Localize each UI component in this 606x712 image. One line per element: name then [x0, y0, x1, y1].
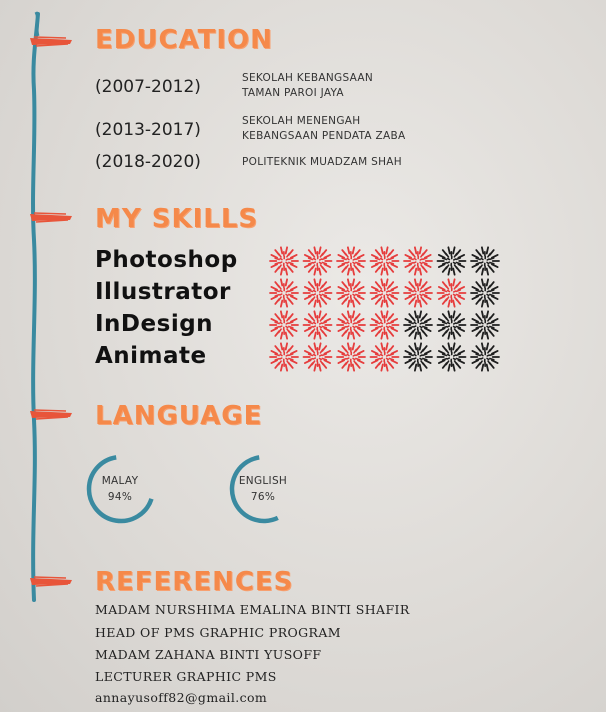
- skill-dot: [336, 246, 366, 276]
- skill-dot: [369, 246, 400, 276]
- timeline-line: [31, 12, 40, 602]
- education-year: (2007-2012): [95, 77, 201, 97]
- education-heading: EDUCATION: [95, 25, 273, 55]
- reference-line: MADAM ZAHANA BINTI YUSOFF: [95, 647, 322, 662]
- reference-line: MADAM NURSHIMA EMALINA BINTI SHAFIR: [95, 602, 410, 617]
- skill-dot: [269, 310, 299, 340]
- skill-dot: [436, 342, 467, 372]
- skill-dot: [436, 310, 467, 340]
- skill-dot: [470, 342, 500, 372]
- education-school: SEKOLAH MENENGAH KEBANGSAAN PENDATA ZABA: [242, 115, 406, 142]
- skill-dot: [369, 278, 400, 308]
- skill-name: Photoshop: [95, 247, 238, 273]
- skills-heading: MY SKILLS: [95, 204, 259, 234]
- timeline-decoration: [30, 11, 72, 602]
- skill-dot: [403, 246, 433, 276]
- education-year: (2013-2017): [95, 120, 201, 140]
- skill-dot: [403, 278, 433, 308]
- skill-dot: [302, 342, 333, 372]
- skill-dot: [269, 342, 299, 372]
- education-year: (2018-2020): [95, 152, 201, 172]
- skill-dot: [302, 278, 333, 308]
- timeline-marker-education: [30, 36, 72, 47]
- language-label: MALAY 94%: [101, 475, 139, 503]
- skill-dot: [436, 246, 467, 276]
- skill-dot: [336, 278, 366, 308]
- skill-name: Animate: [95, 343, 207, 369]
- skill-rating-grid: [269, 246, 500, 372]
- education-school: POLITEKNIK MUADZAM SHAH: [242, 156, 402, 168]
- skill-name: InDesign: [95, 311, 214, 337]
- skill-dot: [403, 310, 433, 340]
- skill-name: Illustrator: [95, 279, 231, 305]
- skill-dot: [269, 246, 299, 276]
- skill-dot: [403, 342, 433, 372]
- references-heading: REFERENCES: [95, 567, 294, 597]
- skill-dot: [470, 278, 500, 308]
- skill-dot: [369, 342, 400, 372]
- skill-dot: [436, 278, 467, 308]
- skill-dot: [302, 310, 333, 340]
- skill-dot: [470, 310, 500, 340]
- reference-line: HEAD OF PMS GRAPHIC PROGRAM: [95, 625, 341, 640]
- reference-line: LECTURER GRAPHIC PMS: [95, 669, 277, 684]
- timeline-marker-skills: [30, 212, 72, 223]
- skill-dot: [336, 310, 366, 340]
- skill-dot: [369, 310, 400, 340]
- reference-email[interactable]: annayusoff82@gmail.com: [95, 690, 267, 705]
- timeline-marker-language: [30, 409, 72, 420]
- skill-dot: [470, 246, 500, 276]
- skill-dot: [302, 246, 333, 276]
- language-label: ENGLISH 76%: [238, 475, 288, 503]
- education-school: SEKOLAH KEBANGSAAN TAMAN PAROI JAYA: [242, 72, 374, 99]
- timeline-marker-references: [30, 576, 72, 587]
- skill-dot: [336, 342, 366, 372]
- language-heading: LANGUAGE: [95, 401, 263, 431]
- skill-dot: [269, 278, 299, 308]
